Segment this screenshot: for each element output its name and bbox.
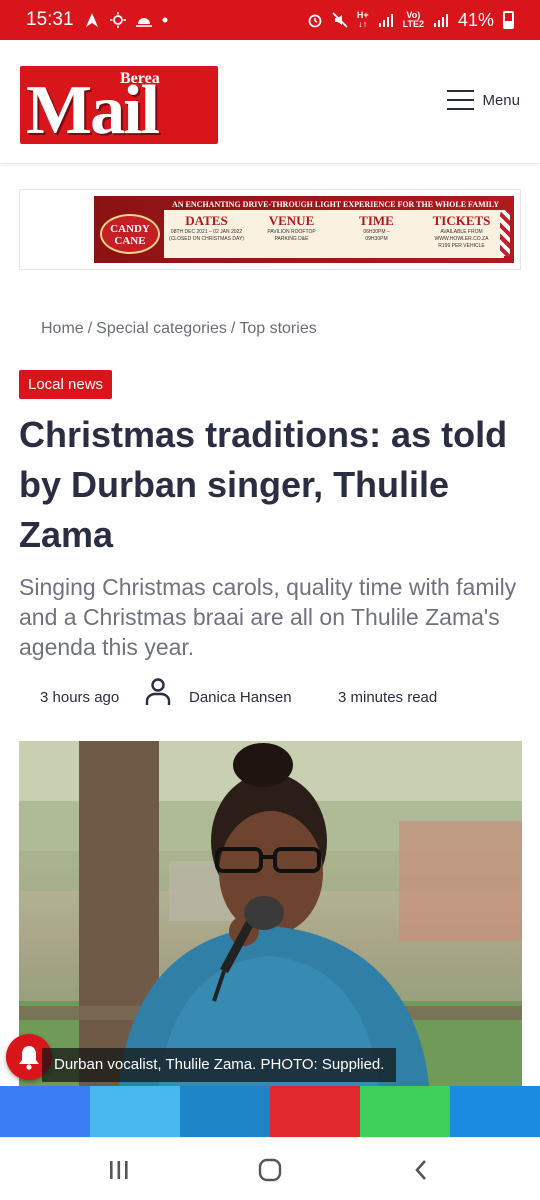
article-read-time: 3 minutes read xyxy=(338,689,438,706)
back-icon xyxy=(415,1160,426,1180)
ad-column-time: TIME 06H30PM – 09H30PM xyxy=(359,213,394,242)
navigation-icon xyxy=(85,13,98,27)
share-telegram-button[interactable] xyxy=(450,1086,540,1137)
share-whatsapp-button[interactable] xyxy=(360,1086,450,1137)
status-time: 15:31 xyxy=(26,9,74,30)
share-twitter-button[interactable] xyxy=(90,1086,180,1137)
home-icon xyxy=(258,1158,282,1182)
breadcrumb-home[interactable]: Home xyxy=(41,320,84,337)
article-photo[interactable] xyxy=(19,741,522,1086)
article-author[interactable]: Danica Hansen xyxy=(189,689,292,706)
notification-dot-icon xyxy=(162,17,168,23)
menu-label: Menu xyxy=(482,91,520,109)
article-title: Christmas traditions: as told by Durban … xyxy=(19,414,508,555)
breadcrumb-special-categories[interactable]: Special categories xyxy=(96,320,227,337)
author-icon xyxy=(145,678,171,705)
photo-illustration xyxy=(19,741,522,1086)
ad-headline: AN ENCHANTING DRIVE-THROUGH LIGHT EXPERI… xyxy=(172,200,500,209)
back-button[interactable] xyxy=(406,1156,436,1184)
network-lte: Vo) LTE2 xyxy=(402,10,424,29)
battery-icon xyxy=(503,11,514,29)
photo-caption: Durban vocalist, Thulile Zama. PHOTO: Su… xyxy=(42,1048,397,1082)
recent-apps-icon xyxy=(110,1161,128,1179)
ad-banner[interactable]: AN ENCHANTING DRIVE-THROUGH LIGHT EXPERI… xyxy=(94,196,514,263)
logo-large-text: Mail xyxy=(26,72,160,145)
hamburger-icon xyxy=(447,90,475,110)
menu-button[interactable]: Menu xyxy=(447,90,520,110)
candy-cane-icon xyxy=(500,210,510,256)
share-linkedin-button[interactable] xyxy=(180,1086,270,1137)
site-logo[interactable]: Berea Mail xyxy=(20,66,218,144)
ad-column-tickets: TICKETS AVAILABLE FROM WWW.HOWLER.CO.ZA … xyxy=(432,213,491,249)
network-hplus: H+ ↓↑ xyxy=(356,10,369,29)
system-nav-bar xyxy=(0,1137,540,1200)
ad-brand-logo: CANDY CANE xyxy=(100,214,160,254)
weather-sunrise-icon xyxy=(135,18,152,27)
article-time: 3 hours ago xyxy=(40,689,120,706)
alarm-icon xyxy=(308,14,322,28)
breadcrumb-separator: / xyxy=(230,320,236,337)
battery-percent: 41% xyxy=(457,9,494,30)
share-bar xyxy=(0,1086,540,1137)
breadcrumb: Home / Special categories / Top stories xyxy=(41,320,317,338)
recent-apps-button[interactable] xyxy=(104,1156,134,1184)
mute-icon xyxy=(332,12,348,28)
ad-column-venue: VENUE PAVILION ROOFTOP PARKING D&E xyxy=(267,213,316,242)
signal-2-icon xyxy=(433,14,448,27)
home-button[interactable] xyxy=(255,1156,285,1184)
share-facebook-button[interactable] xyxy=(0,1086,90,1137)
ad-info-strip: DATES 08TH DEC 2021 – 02 JAN 2022 (CLOSE… xyxy=(164,210,504,258)
share-pinterest-button[interactable] xyxy=(270,1086,360,1137)
status-bar: 15:31 H+ ↓↑ Vo) LTE2 41% xyxy=(0,0,540,40)
ad-container: AN ENCHANTING DRIVE-THROUGH LIGHT EXPERI… xyxy=(19,189,521,270)
article-lead: Singing Christmas carols, quality time w… xyxy=(19,574,517,660)
breadcrumb-top-stories[interactable]: Top stories xyxy=(239,320,316,337)
breadcrumb-separator: / xyxy=(87,320,93,337)
sun-icon xyxy=(109,12,126,28)
bell-icon xyxy=(19,1046,39,1070)
category-badge[interactable]: Local news xyxy=(19,370,113,399)
signal-icon xyxy=(378,14,393,27)
ad-column-dates: DATES 08TH DEC 2021 – 02 JAN 2022 (CLOSE… xyxy=(169,213,244,242)
site-header: Berea Mail Menu xyxy=(0,46,540,164)
